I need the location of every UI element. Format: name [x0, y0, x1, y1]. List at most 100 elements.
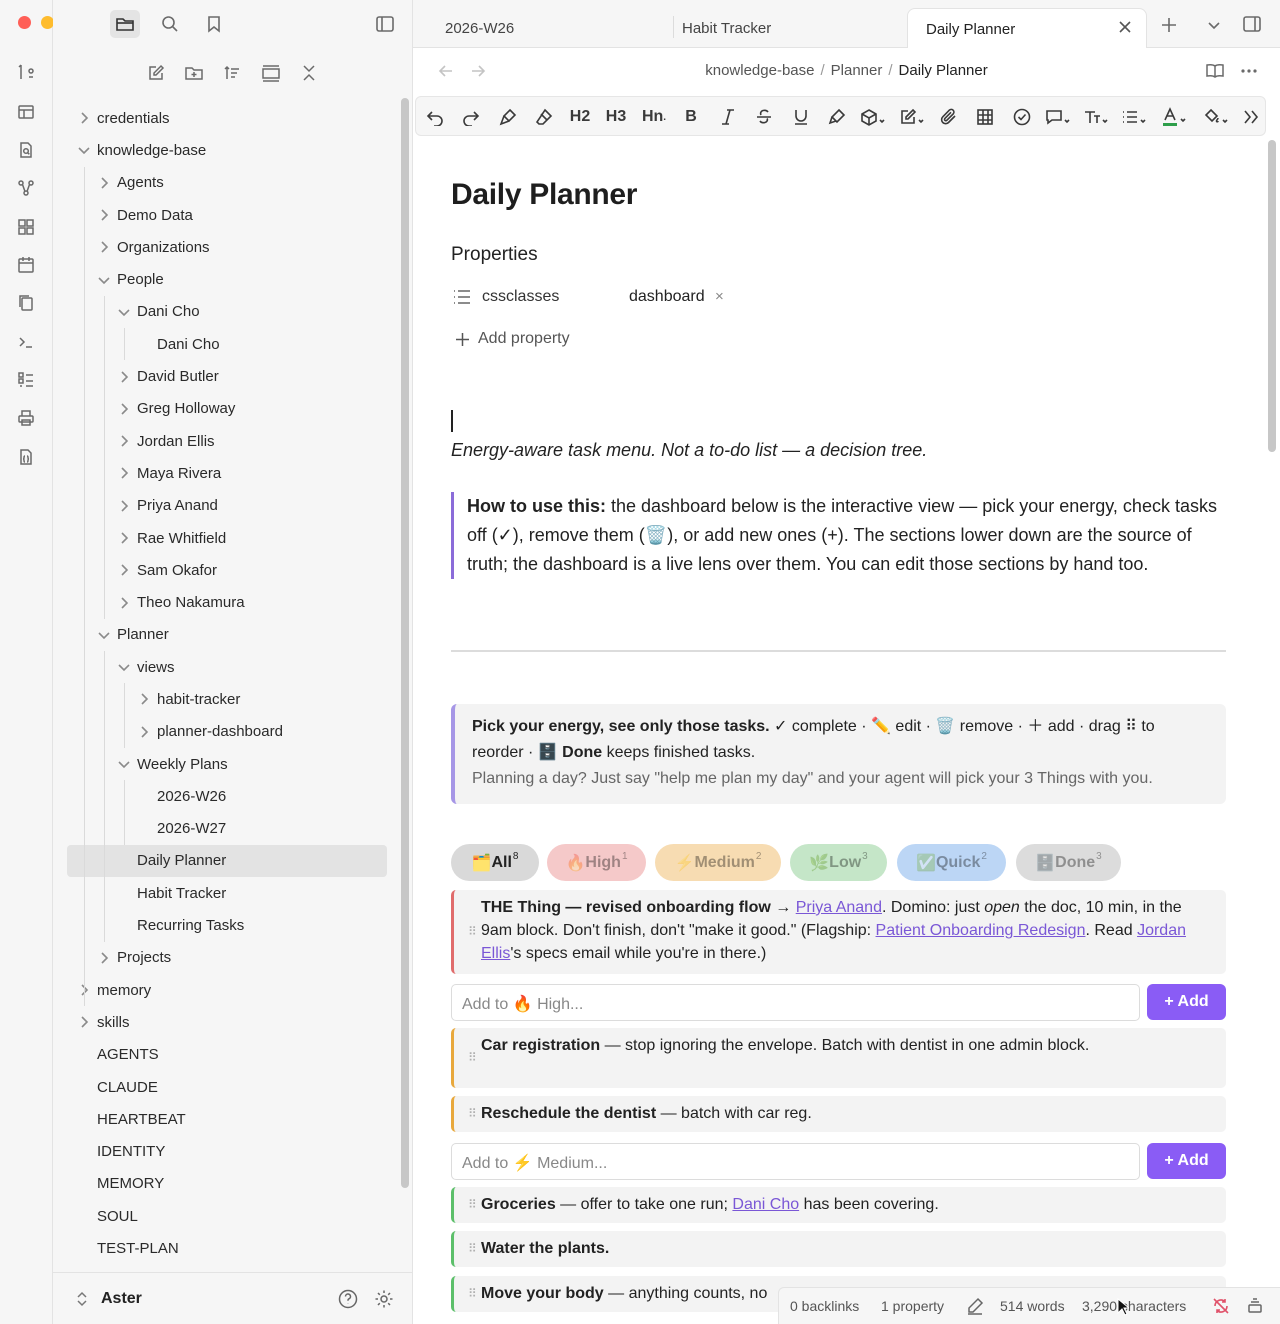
drag-handle-icon[interactable]: ⠿ — [468, 1194, 477, 1217]
chevron-down-icon[interactable] — [117, 660, 131, 674]
edit-pen-icon[interactable] — [896, 104, 928, 130]
tab-2026-w26[interactable]: 2026-W26 — [427, 8, 675, 48]
task-reschedule-dentist[interactable]: ⠿ Reschedule the dentist — batch with ca… — [451, 1096, 1226, 1132]
task-water-plants[interactable]: ⠿ Water the plants. — [451, 1231, 1226, 1267]
search-icon[interactable] — [155, 10, 185, 38]
more-options-icon[interactable] — [1236, 58, 1262, 84]
print-icon[interactable] — [14, 406, 38, 430]
tab-habit-tracker[interactable]: Habit Tracker — [664, 8, 906, 48]
page-title[interactable]: Daily Planner — [451, 178, 637, 212]
task-groceries[interactable]: ⠿ Groceries — offer to take one run; Dan… — [451, 1187, 1226, 1223]
tree-item[interactable]: Priya Anand — [67, 490, 387, 522]
chevron-right-icon[interactable] — [117, 402, 131, 416]
tree-item[interactable]: planner-dashboard — [67, 716, 387, 748]
eraser-icon[interactable] — [531, 104, 557, 130]
sync-error-icon[interactable] — [1212, 1297, 1230, 1315]
tree-item[interactable]: Demo Data — [67, 199, 387, 231]
text-color-icon[interactable] — [1158, 104, 1190, 130]
copy-file-icon[interactable] — [14, 291, 38, 315]
heading2-button[interactable]: H2 — [567, 104, 593, 130]
reading-view-book-icon[interactable] — [1202, 58, 1228, 84]
property-count[interactable]: 1 property — [881, 1298, 944, 1314]
chevron-right-icon[interactable] — [137, 692, 151, 706]
drag-handle-icon[interactable]: ⠿ — [468, 1103, 477, 1126]
canvas-icon[interactable] — [14, 100, 38, 124]
blocks-icon[interactable] — [14, 215, 38, 239]
chevron-right-icon[interactable] — [117, 596, 131, 610]
code-block-icon[interactable] — [857, 104, 889, 130]
tree-item[interactable]: HEARTBEAT — [67, 1103, 387, 1135]
vault-switcher-icon[interactable] — [75, 1290, 89, 1308]
tree-item[interactable]: views — [67, 651, 387, 683]
bookmark-icon[interactable] — [199, 10, 229, 38]
tree-item[interactable]: IDENTITY — [67, 1136, 387, 1168]
breadcrumb-planner[interactable]: Planner — [831, 62, 883, 79]
attachment-icon[interactable] — [936, 104, 962, 130]
editor-scrollbar[interactable] — [1268, 140, 1276, 452]
table-icon[interactable] — [972, 104, 998, 130]
link-dani-cho[interactable]: Dani Cho — [732, 1196, 799, 1213]
sidebar-scrollbar[interactable] — [401, 98, 409, 1188]
chevron-right-icon[interactable] — [97, 208, 111, 222]
tree-item[interactable]: TEST-PLAN — [67, 1232, 387, 1264]
link-priya-anand[interactable]: Priya Anand — [796, 899, 882, 916]
undo-icon[interactable] — [422, 104, 448, 130]
terminal-icon[interactable] — [14, 330, 38, 354]
tree-item[interactable]: memory — [67, 974, 387, 1006]
collapse-all-icon[interactable] — [296, 60, 322, 86]
chip-medium[interactable]: ⚡ Medium 2 — [655, 844, 781, 881]
breadcrumb-knowledge-base[interactable]: knowledge-base — [705, 62, 814, 79]
chevron-down-icon[interactable] — [97, 273, 111, 287]
tab-daily-planner[interactable]: Daily Planner — [907, 8, 1147, 49]
tree-item[interactable]: SOUL — [67, 1200, 387, 1232]
heading-n-button[interactable]: Hn. — [639, 104, 669, 130]
property-key[interactable]: cssclasses — [482, 288, 559, 306]
chevron-right-icon[interactable] — [77, 111, 91, 125]
chevron-down-icon[interactable] — [117, 757, 131, 771]
chip-high[interactable]: 🔥 High 1 — [547, 844, 646, 881]
heading3-button[interactable]: H3 — [603, 104, 629, 130]
add-high-input[interactable]: Add to 🔥 High... — [451, 984, 1140, 1021]
layers-icon[interactable] — [1247, 1297, 1263, 1315]
chevron-right-icon[interactable] — [77, 1015, 91, 1029]
backlinks-count[interactable]: 0 backlinks — [790, 1298, 859, 1314]
drag-handle-icon[interactable]: ⠿ — [468, 1283, 477, 1306]
chevron-down-icon[interactable] — [117, 305, 131, 319]
properties-heading[interactable]: Properties — [451, 244, 538, 266]
new-folder-icon[interactable] — [181, 60, 207, 86]
chevron-down-icon[interactable] — [77, 143, 91, 157]
tab-list-chevron-icon[interactable] — [1201, 12, 1227, 38]
tree-item[interactable]: knowledge-base — [67, 134, 387, 166]
list-icon[interactable] — [1118, 104, 1150, 130]
chevron-right-icon[interactable] — [97, 176, 111, 190]
search-file-icon[interactable] — [14, 138, 38, 162]
add-medium-button[interactable]: + Add — [1147, 1143, 1226, 1179]
tree-item[interactable]: credentials — [67, 102, 387, 134]
tree-item[interactable]: Projects — [67, 942, 387, 974]
chevron-right-icon[interactable] — [117, 531, 131, 545]
task-high-onboarding[interactable]: ⠿ THE Thing — revised onboarding flow → … — [451, 890, 1226, 974]
drag-handle-icon[interactable]: ⠿ — [468, 1047, 477, 1070]
strikethrough-icon[interactable] — [751, 104, 777, 130]
fill-color-icon[interactable] — [1200, 104, 1232, 130]
link-patient-onboarding-redesign[interactable]: Patient Onboarding Redesign — [876, 922, 1086, 939]
tree-item[interactable]: People — [67, 263, 387, 295]
tree-item[interactable]: Recurring Tasks — [67, 909, 387, 941]
property-value-pill[interactable]: dashboard — [629, 288, 705, 306]
sort-icon[interactable] — [219, 60, 245, 86]
checkbox-circle-icon[interactable] — [1009, 104, 1035, 130]
add-high-button[interactable]: + Add — [1147, 984, 1226, 1020]
breadcrumb-current[interactable]: Daily Planner — [899, 62, 988, 79]
chevron-right-icon[interactable] — [117, 466, 131, 480]
edit-mode-pencil-icon[interactable] — [966, 1297, 984, 1315]
json-file-icon[interactable] — [14, 445, 38, 469]
toolbar-expand-chevrons-icon[interactable] — [1238, 104, 1264, 130]
property-row-cssclasses[interactable]: cssclasses dashboard × — [451, 286, 851, 310]
format-painter-icon[interactable] — [495, 104, 521, 130]
tree-item[interactable]: Theo Nakamura — [67, 586, 387, 618]
chip-quick[interactable]: ✅ Quick 2 — [897, 844, 1006, 881]
right-sidebar-toggle-icon[interactable] — [1239, 11, 1265, 37]
tree-item[interactable]: Greg Holloway — [67, 393, 387, 425]
settings-gear-icon[interactable] — [374, 1289, 394, 1309]
tree-item[interactable]: CLAUDE — [67, 1071, 387, 1103]
